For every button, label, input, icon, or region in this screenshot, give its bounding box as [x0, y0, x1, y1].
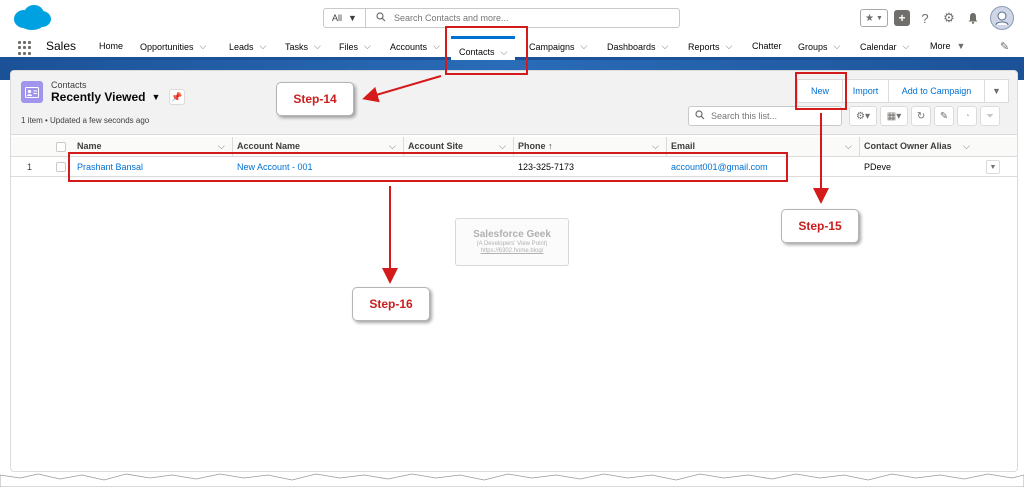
- user-avatar[interactable]: [990, 6, 1014, 30]
- caret-down-icon: ▼: [956, 41, 966, 51]
- import-button[interactable]: Import: [843, 79, 889, 103]
- sort-arrow-up-icon: ↑: [548, 141, 553, 151]
- column-header-phone[interactable]: Phone ↑: [518, 141, 553, 151]
- column-header-email[interactable]: Email: [671, 141, 695, 151]
- chevron-down-icon[interactable]: ⌵: [662, 41, 669, 52]
- row-actions-caret-icon[interactable]: ▼: [986, 160, 1000, 174]
- chevron-down-icon[interactable]: ⌵: [200, 41, 207, 52]
- chevron-down-icon[interactable]: ⌵: [726, 41, 733, 52]
- select-all-checkbox[interactable]: [56, 142, 66, 152]
- refresh-icon[interactable]: ↻: [911, 106, 931, 126]
- chevron-down-icon[interactable]: ⌵: [845, 141, 852, 152]
- chevron-down-icon[interactable]: ⌵: [389, 141, 396, 152]
- chevron-down-icon[interactable]: ⌵: [652, 141, 659, 152]
- list-view-picker[interactable]: Recently Viewed ▼: [51, 90, 160, 104]
- owner-alias-cell: PDeve: [864, 162, 892, 172]
- favorites-button[interactable]: ★ ▼: [860, 9, 888, 27]
- watermark-title: Salesforce Geek: [473, 229, 551, 240]
- object-label: Contacts: [51, 80, 87, 90]
- list-search-input[interactable]: [711, 111, 831, 121]
- help-icon[interactable]: ?: [916, 9, 934, 27]
- caret-down-icon: ▼: [151, 92, 161, 102]
- column-header-name[interactable]: Name: [77, 141, 102, 151]
- search-icon: [376, 12, 386, 24]
- step-15-callout: Step-15: [781, 209, 859, 243]
- list-meta-info: 1 item • Updated a few seconds ago: [21, 116, 150, 125]
- charts-icon[interactable]: ◔: [957, 106, 977, 126]
- column-header-contact-owner-alias[interactable]: Contact Owner Alias: [864, 141, 952, 151]
- chevron-down-icon[interactable]: ⌵: [581, 41, 588, 52]
- torn-paper-edge: [0, 473, 1024, 487]
- edit-pencil-icon[interactable]: ✎: [934, 106, 954, 126]
- list-settings-gear-icon[interactable]: ⚙▾: [849, 106, 877, 126]
- highlight-box-contacts-tab: [445, 26, 528, 75]
- global-actions-plus-icon[interactable]: +: [894, 10, 910, 26]
- chevron-down-icon[interactable]: ⌵: [499, 141, 506, 152]
- nav-item-opportunities[interactable]: Opportunities ⌵: [140, 41, 206, 52]
- nav-item-campaigns[interactable]: Campaigns ⌵: [529, 41, 587, 52]
- column-header-account-site[interactable]: Account Site: [408, 141, 463, 151]
- row-number: 1: [27, 162, 33, 172]
- nav-item-reports[interactable]: Reports ⌵: [688, 41, 732, 52]
- chevron-down-icon[interactable]: ⌵: [834, 41, 841, 52]
- chevron-down-icon[interactable]: ⌵: [314, 41, 321, 52]
- add-to-campaign-button[interactable]: Add to Campaign: [889, 79, 985, 103]
- edit-nav-pencil-icon[interactable]: ✎: [1000, 40, 1009, 53]
- nav-item-calendar[interactable]: Calendar ⌵: [860, 41, 909, 52]
- nav-item-tasks[interactable]: Tasks ⌵: [285, 41, 321, 52]
- step-16-callout: Step-16: [352, 287, 430, 321]
- salesforce-cloud-logo[interactable]: [12, 4, 52, 32]
- app-launcher-waffle-icon[interactable]: [18, 41, 32, 55]
- list-view-tools: ⚙▾ ▦▾ ↻ ✎ ◔ ⏷: [849, 106, 1000, 126]
- nav-item-accounts[interactable]: Accounts ⌵: [390, 41, 440, 52]
- nav-item-files[interactable]: Files ⌵: [339, 41, 371, 52]
- more-actions-caret-icon[interactable]: ▼: [985, 79, 1009, 103]
- caret-down-icon: ▼: [876, 14, 883, 22]
- app-name: Sales: [46, 39, 77, 53]
- chevron-down-icon[interactable]: ⌵: [963, 141, 970, 152]
- watermark: Salesforce Geek (A Developers' View Poin…: [455, 218, 569, 266]
- header-utility-icons: ★ ▼ + ? ⚙: [860, 6, 1014, 30]
- step-14-callout: Step-14: [276, 82, 354, 116]
- list-view-header: Contacts Recently Viewed ▼ 📌 1 item • Up…: [11, 71, 1017, 135]
- chevron-down-icon[interactable]: ⌵: [260, 41, 267, 52]
- notification-bell-icon[interactable]: [964, 9, 982, 27]
- nav-item-leads[interactable]: Leads ⌵: [229, 41, 266, 52]
- row-checkbox[interactable]: [56, 162, 66, 172]
- chevron-down-icon[interactable]: ⌵: [218, 141, 225, 152]
- nav-item-groups[interactable]: Groups ⌵: [798, 41, 840, 52]
- chevron-down-icon[interactable]: ⌵: [364, 41, 371, 52]
- watermark-url: https://6302.home.blog/: [480, 248, 544, 254]
- search-icon: [695, 110, 705, 122]
- search-scope-label: All: [332, 13, 343, 23]
- global-search-input[interactable]: [394, 13, 654, 23]
- highlight-box-new-button: [795, 72, 847, 110]
- chevron-down-icon[interactable]: ⌵: [433, 41, 440, 52]
- nav-item-chatter[interactable]: Chatter: [752, 41, 782, 51]
- contact-object-icon: [21, 81, 43, 103]
- column-header-account-name[interactable]: Account Name: [237, 141, 300, 151]
- caret-down-icon: ▼: [348, 13, 357, 23]
- list-view-name: Recently Viewed: [51, 90, 146, 104]
- filter-icon[interactable]: ⏷: [980, 106, 1000, 126]
- nav-item-more[interactable]: More ▼: [930, 41, 965, 51]
- chevron-down-icon[interactable]: ⌵: [903, 41, 910, 52]
- list-view-panel: Contacts Recently Viewed ▼ 📌 1 item • Up…: [10, 70, 1018, 472]
- star-icon: ★: [865, 12, 875, 24]
- highlight-box-contact-row: [68, 152, 788, 182]
- gear-icon[interactable]: ⚙: [940, 9, 958, 27]
- nav-item-dashboards[interactable]: Dashboards ⌵: [607, 41, 668, 52]
- display-as-table-icon[interactable]: ▦▾: [880, 106, 908, 126]
- global-search[interactable]: All ▼: [323, 8, 680, 28]
- watermark-subtitle: (A Developers' View Point): [476, 241, 548, 247]
- nav-item-home[interactable]: Home: [99, 41, 123, 51]
- pin-icon[interactable]: 📌: [169, 89, 185, 105]
- search-scope-select[interactable]: All ▼: [324, 9, 366, 27]
